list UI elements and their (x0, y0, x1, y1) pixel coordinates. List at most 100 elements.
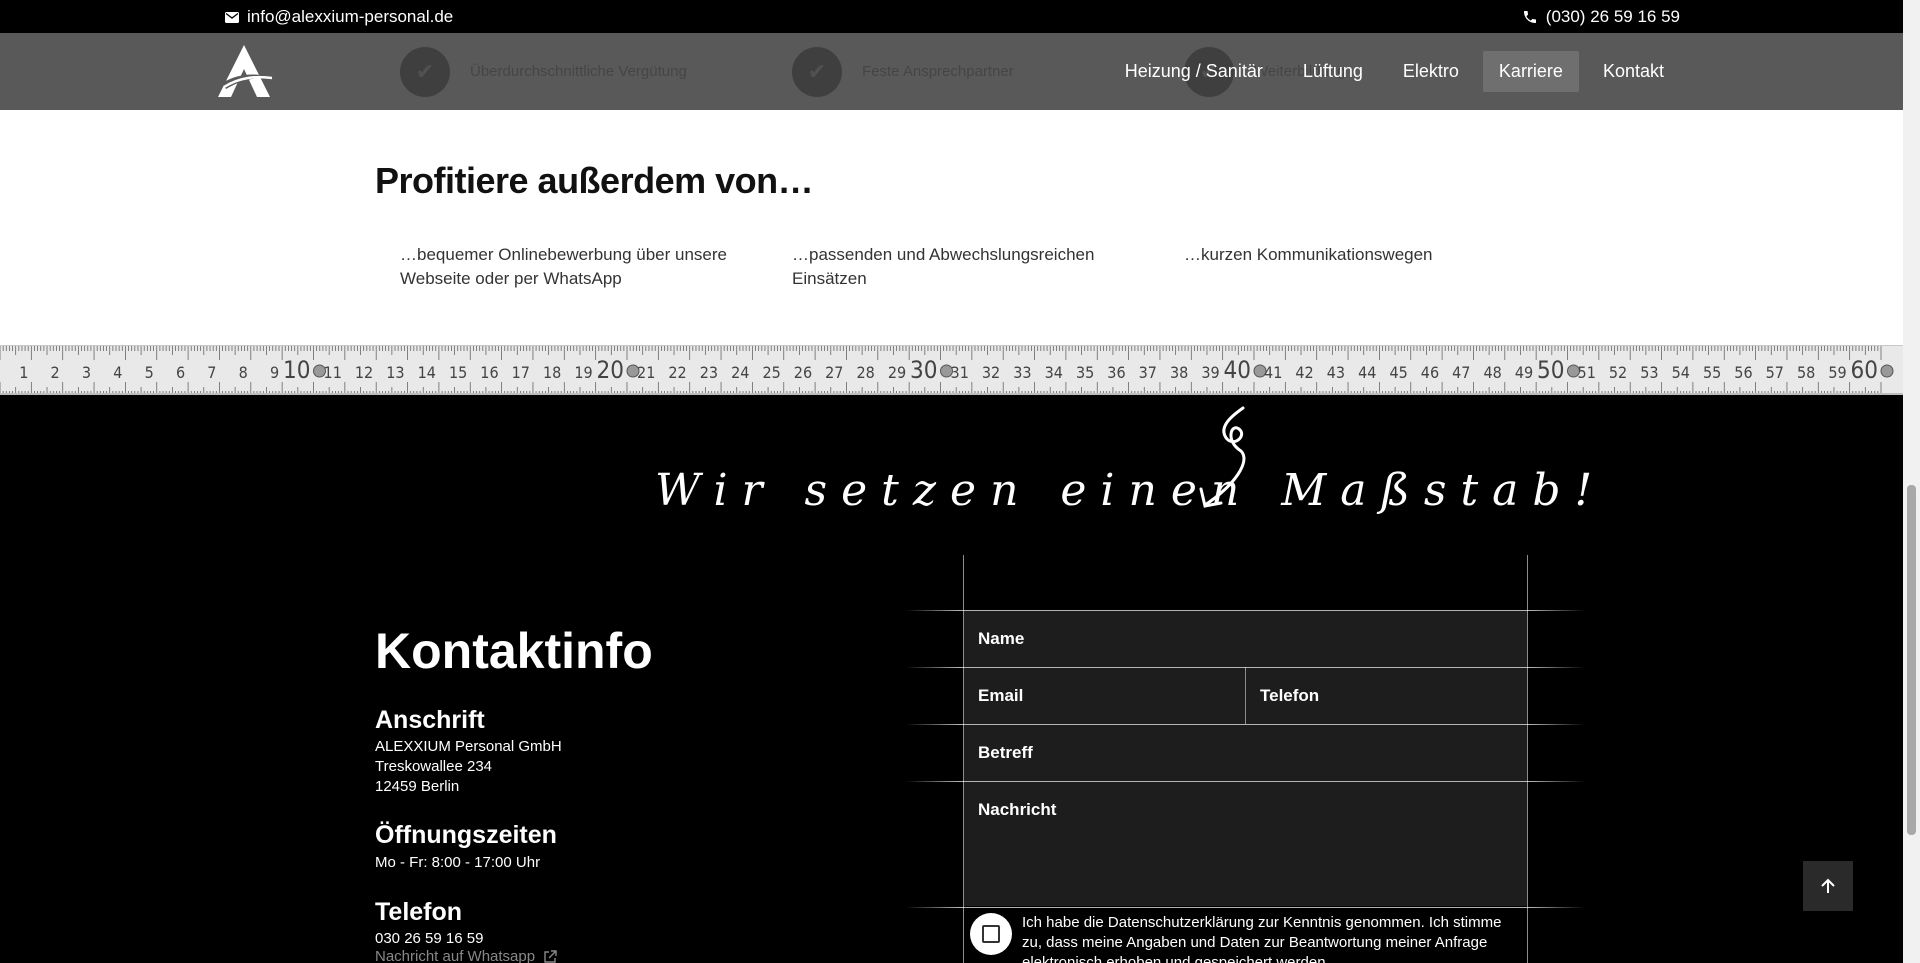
main-menu: Heizung / Sanitär Lüftung Elektro Karrie… (1109, 51, 1680, 92)
contact-heading: Kontaktinfo (375, 623, 653, 679)
ruler-number: 52 (1609, 363, 1627, 382)
scroll-to-top-button[interactable] (1803, 861, 1853, 911)
email-field[interactable]: Email (964, 668, 1245, 724)
ruler-number: 60 (1851, 356, 1878, 384)
ruler-number: 41 (1264, 363, 1282, 382)
ruler-number: 57 (1766, 363, 1784, 382)
top-email-text: info@alexxium-personal.de (247, 7, 454, 26)
folding-ruler-divider: 1 2 3 4 5 6 7 8 9 10 11 12 13 14 15 16 17 18 19 20 21 22 23 24 2… (0, 345, 1903, 395)
top-phone-link[interactable]: (030) 26 59 16 59 (1522, 7, 1680, 27)
ruler-number: 51 (1578, 363, 1596, 382)
ruler-number: 10 (283, 356, 310, 384)
ruler-number: 55 (1703, 363, 1721, 382)
ruler-number: 25 (762, 363, 780, 382)
name-field[interactable]: Name (964, 611, 1527, 667)
whatsapp-link-text: Nachricht auf Whatsapp (375, 948, 536, 963)
scrollbar-thumb[interactable] (1907, 485, 1916, 835)
ruler-number: 33 (1013, 363, 1031, 382)
grid-line (905, 781, 1585, 782)
ruler-number: 32 (982, 363, 1000, 382)
nav-kontakt[interactable]: Kontakt (1587, 51, 1680, 92)
ruler-number: 36 (1107, 363, 1125, 382)
consent-checkbox[interactable] (970, 913, 1012, 955)
ruler-number: 24 (731, 363, 749, 382)
ruler-number: 59 (1828, 363, 1846, 382)
phone-icon (1523, 11, 1536, 23)
benefit-item: …kurzen Kommunikationswegen (1184, 245, 1433, 264)
ruler-number: 43 (1327, 363, 1345, 382)
ruler-number: 4 (113, 363, 122, 382)
footer: Wir setzen einen Maßstab! (0, 395, 1903, 963)
ruler-number: 42 (1295, 363, 1313, 382)
ghost-benefit-1: ✔ Überdurchschnittliche Vergütung (400, 33, 690, 110)
telefon-field[interactable]: Telefon (1246, 668, 1527, 724)
ruler-graphic: 1 2 3 4 5 6 7 8 9 10 11 12 13 14 15 16 17 18 19 20 21 22 23 24 2… (0, 346, 1894, 393)
arrow-up-icon (1821, 878, 1835, 893)
ruler-number: 26 (794, 363, 812, 382)
ruler-number: 21 (637, 363, 655, 382)
hours-heading: Öffnungszeiten (375, 821, 557, 849)
betreff-field[interactable]: Betreff (964, 725, 1527, 781)
ruler-number: 46 (1421, 363, 1439, 382)
ghost-benefit-text: Überdurchschnittliche Vergütung (470, 62, 687, 80)
ruler-number: 28 (856, 363, 874, 382)
ghost-benefit-2: ✔ Feste Ansprechpartner (792, 33, 1082, 110)
grid-line (905, 724, 1585, 725)
ruler-number: 8 (239, 363, 248, 382)
checkbox-square-icon (982, 925, 1000, 943)
contact-phone[interactable]: 030 26 59 16 59 (375, 929, 483, 949)
ruler-number: 18 (543, 363, 561, 382)
nav-elektro[interactable]: Elektro (1387, 51, 1475, 92)
top-phone-text: (030) 26 59 16 59 (1545, 7, 1680, 26)
main-navbar: ✔ Überdurchschnittliche Vergütung ✔ Fest… (0, 33, 1903, 110)
ruler-number: 56 (1734, 363, 1752, 382)
ruler-number: 44 (1358, 363, 1376, 382)
ruler-number: 17 (512, 363, 530, 382)
opening-hours: Mo - Fr: 8:00 - 17:00 Uhr (375, 854, 541, 871)
ruler-number: 27 (825, 363, 843, 382)
nav-lueftung[interactable]: Lüftung (1287, 51, 1379, 92)
top-email-link[interactable]: info@alexxium-personal.de (225, 7, 453, 27)
whatsapp-link[interactable]: Nachricht auf Whatsapp (375, 948, 557, 963)
ruler-number: 15 (449, 363, 467, 382)
consent-text: Ich habe die Datenschutzerklärung zur Ke… (1022, 914, 1502, 963)
ruler-number: 34 (1045, 363, 1063, 382)
ruler-number: 6 (176, 363, 185, 382)
address-line: 12459 Berlin (375, 778, 460, 795)
nav-karriere[interactable]: Karriere (1482, 51, 1579, 92)
grid-line (905, 667, 1585, 668)
ruler-number: 54 (1672, 363, 1690, 382)
ruler-number: 14 (418, 363, 436, 382)
benefit-item: …bequemer Onlinebewerbung über unsere We… (400, 245, 727, 288)
nav-heizung-sanitaer[interactable]: Heizung / Sanitär (1109, 51, 1279, 92)
address-line: Treskowallee 234 (375, 758, 493, 775)
ruler-number: 2 (51, 363, 60, 382)
alexxium-logo[interactable] (214, 43, 274, 99)
ruler-number: 5 (145, 363, 154, 382)
swirl-arrow-icon (1199, 406, 1246, 508)
address-heading: Anschrift (375, 706, 485, 734)
phone-heading: Telefon (375, 898, 463, 926)
ruler-number: 35 (1076, 363, 1094, 382)
ruler-number: 23 (700, 363, 718, 382)
address-line: ALEXXIUM Personal GmbH (375, 738, 562, 755)
ruler-number: 19 (574, 363, 592, 382)
ruler-number: 16 (480, 363, 498, 382)
ghost-benefit-text: Feste Ansprechpartner (862, 62, 1014, 80)
page-scrollbar[interactable] (1903, 0, 1920, 963)
benefits-section: Profitiere außerdem von… …bequemer Onlin… (0, 110, 1903, 345)
ruler-number: 7 (207, 363, 216, 382)
external-link-icon (544, 949, 557, 963)
mail-icon (225, 11, 239, 23)
ruler-number: 58 (1797, 363, 1815, 382)
ruler-number: 11 (324, 363, 342, 382)
ruler-number: 31 (951, 363, 969, 382)
grid-line (1527, 555, 1528, 963)
ruler-number: 22 (668, 363, 686, 382)
ruler-number: 39 (1201, 363, 1219, 382)
nachricht-field[interactable]: Nachricht (964, 782, 1527, 906)
check-icon: ✔ (400, 46, 450, 97)
ruler-number: 47 (1452, 363, 1470, 382)
grid-line (905, 907, 1585, 908)
slogan: Wir setzen einen Maßstab! (655, 465, 1607, 516)
